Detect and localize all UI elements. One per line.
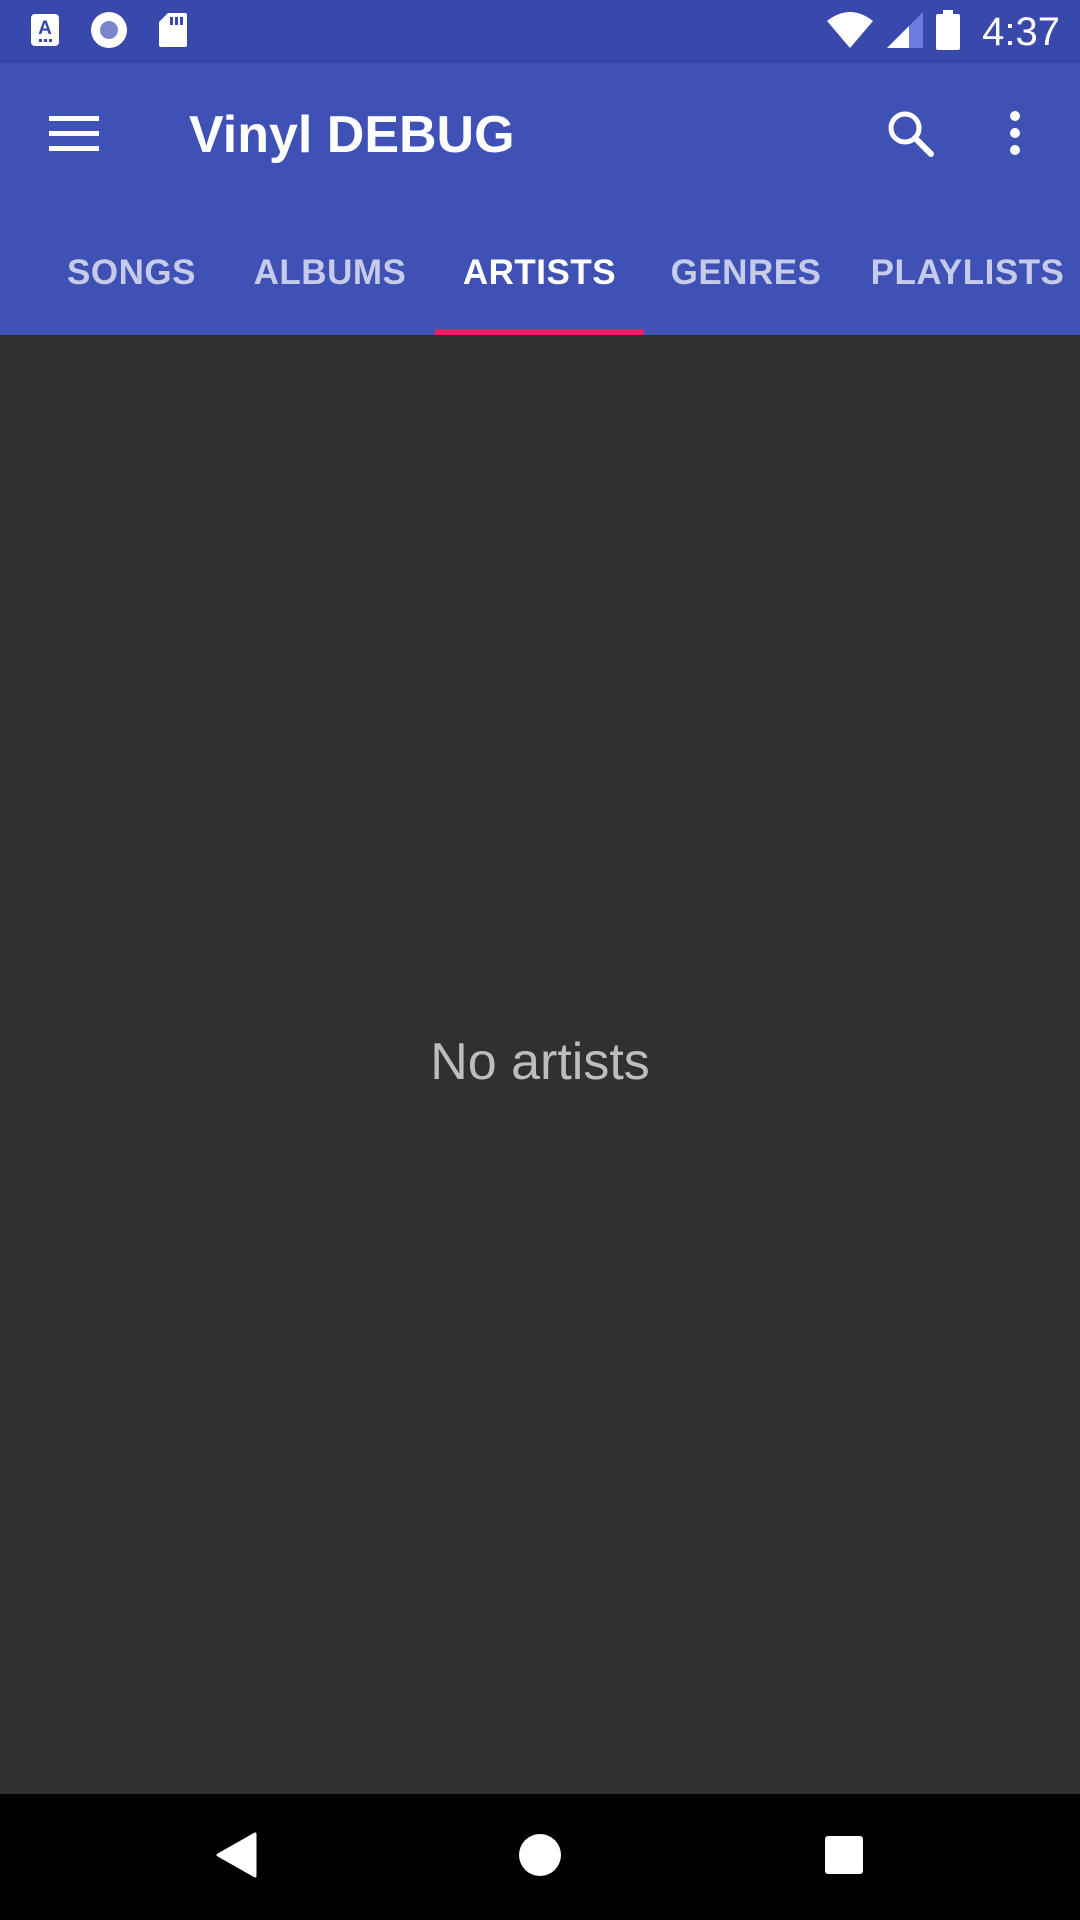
wifi-icon [826,11,874,54]
svg-text:A: A [38,18,52,39]
cell-signal-icon [886,11,924,54]
status-time: 4:37 [982,9,1060,54]
back-button[interactable] [196,1817,276,1897]
system-navigation-bar [0,1794,1080,1920]
notification-icons: A [30,11,188,54]
toolbar: Vinyl DEBUG [0,63,1080,210]
app-bar: Vinyl DEBUG SONGS ALBUMS ARTISTS GENRES … [0,63,1080,335]
tab-songs[interactable]: SONGS [40,210,223,335]
sd-card-icon [158,12,188,53]
tab-bar: SONGS ALBUMS ARTISTS GENRES PLAYLISTS [0,210,1080,335]
status-bar: A 4:37 [0,0,1080,63]
menu-icon [49,115,99,157]
search-icon [886,109,934,162]
recents-icon [824,1835,864,1880]
recents-button[interactable] [804,1817,884,1897]
more-options-button[interactable] [985,95,1045,175]
screen: A 4:37 Vinyl DEBUG SONGS ALBUMS ARTISTS … [0,0,1080,1920]
back-icon [215,1832,257,1883]
home-button[interactable] [500,1817,580,1897]
empty-state-message: No artists [430,1033,650,1091]
navigation-drawer-button[interactable] [34,103,114,169]
more-vert-icon [1009,110,1021,160]
tab-artists[interactable]: ARTISTS [435,210,644,335]
tab-genres[interactable]: GENRES [650,210,842,335]
artists-list[interactable]: No artists [0,335,1080,1794]
search-button[interactable] [870,95,950,175]
tab-playlists[interactable]: PLAYLISTS [860,210,1075,335]
battery-icon [936,9,961,55]
home-icon [518,1833,562,1882]
app-title: Vinyl DEBUG [189,106,515,164]
record-notification-icon [90,11,128,54]
system-icons: 4:37 [826,9,1060,55]
tab-albums[interactable]: ALBUMS [230,210,430,335]
text-input-notification-icon: A [30,13,60,52]
